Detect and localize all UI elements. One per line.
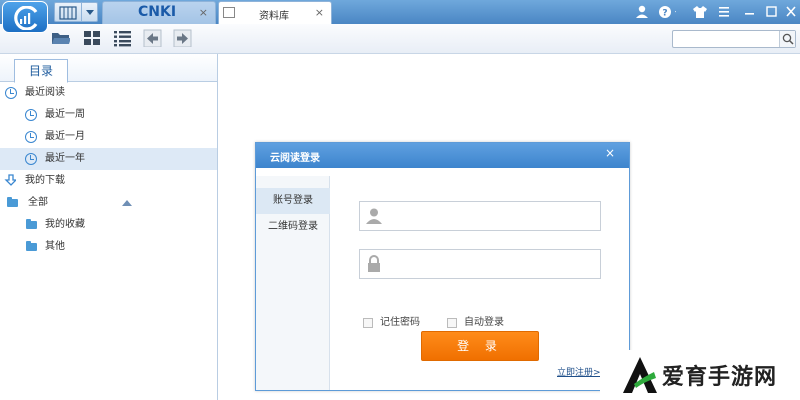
download-icon [4,174,16,186]
open-folder-icon[interactable] [50,29,70,47]
checkbox-box[interactable] [363,318,373,328]
search-input[interactable] [675,32,775,46]
clock-icon [25,131,37,143]
search-button[interactable] [779,31,795,47]
sidebar-item-recent-reading[interactable]: 最近阅读 [0,82,217,104]
clock-icon [25,153,37,165]
skin-icon[interactable] [690,3,710,21]
dialog-title-bar: 云阅读登录 × [256,143,629,168]
dialog-close-icon[interactable]: × [605,146,615,160]
dialog-title: 云阅读登录 [270,153,320,164]
watermark: 爱育手游网 [600,350,800,400]
book-icon [223,7,235,18]
register-link[interactable]: 立即注册> [557,365,601,378]
grid-view-icon[interactable] [82,29,102,47]
sidebar-item-other[interactable]: 其他 [0,236,217,258]
login-dialog: 云阅读登录 × 账号登录 二维码登录 记住密码 自动登录 登 录 立即注册> [255,142,630,391]
view-switch-divider [81,3,82,21]
search-icon [782,33,794,45]
remember-password-label: 记住密码 [380,317,420,328]
username-input[interactable] [390,206,595,226]
search-box[interactable] [672,30,796,48]
auto-login-checkbox[interactable]: 自动登录 [447,316,517,330]
sidebar-item-label: 我的收藏 [45,219,85,230]
sidebar-item-label: 最近一周 [45,109,85,120]
auto-login-label: 自动登录 [464,317,504,328]
menu-icon[interactable] [714,3,734,21]
password-field[interactable] [359,249,601,279]
checkbox-box[interactable] [447,318,457,328]
minimize-icon[interactable] [740,3,760,21]
cnki-logo: CNKI [138,4,177,20]
tab-close-icon[interactable]: × [199,6,208,19]
view-switch-button[interactable] [54,2,98,22]
folder-icon [26,219,37,229]
tab-close-icon[interactable]: × [315,6,324,19]
tab-catalog[interactable]: 目录 [14,59,68,83]
sidebar-item-label: 其他 [45,241,65,252]
sidebar-item-recent-month[interactable]: 最近一月 [0,126,217,148]
sidebar-item-recent-week[interactable]: 最近一周 [0,104,217,126]
sidebar-item-all[interactable]: 全部 [0,192,217,214]
forward-icon[interactable] [172,29,192,47]
back-icon[interactable] [142,29,162,47]
folder-icon [7,197,18,207]
tab-library-label: 资料库 [259,11,289,22]
help-icon[interactable]: ? [656,3,676,21]
maximize-icon[interactable] [762,3,782,21]
tab-account-login[interactable]: 账号登录 [256,188,330,214]
list-view-icon[interactable] [112,29,132,47]
lock-icon [368,255,380,272]
sidebar-item-label: 最近一年 [45,153,85,164]
dialog-tabs: 账号登录 二维码登录 [256,176,330,390]
svg-text:?: ? [662,9,667,19]
app-logo-icon [14,6,38,30]
sidebar-item-label: 我的下载 [25,175,65,186]
watermark-text: 爱育手游网 [662,365,778,390]
sidebar-item-favorites[interactable]: 我的收藏 [0,214,217,236]
sidebar: 目录 最近阅读 最近一周 最近一月 最近一年 我的下载 全部 我的收藏 其他 [0,54,218,400]
sidebar-item-label: 全部 [28,197,48,208]
close-icon[interactable] [782,3,800,21]
user-icon[interactable] [632,3,652,21]
password-input[interactable] [390,254,595,274]
chevron-down-icon[interactable] [86,10,94,15]
sidebar-item-label: 最近阅读 [25,87,65,98]
sidebar-item-label: 最近一月 [45,131,85,142]
collapse-arrow-icon[interactable] [122,200,132,206]
toolbar [0,24,800,54]
sidebar-header: 目录 [0,54,217,83]
login-button[interactable]: 登 录 [421,331,539,361]
sidebar-item-recent-year[interactable]: 最近一年 [0,148,217,170]
book-icon [59,6,77,20]
watermark-logo-icon [623,357,657,393]
dialog-body: 账号登录 二维码登录 记住密码 自动登录 登 录 立即注册> [256,168,629,390]
clock-icon [25,109,37,121]
tab-qrcode-login[interactable]: 二维码登录 [256,214,330,240]
tab-cnki[interactable]: CNKI × [102,1,216,24]
remember-password-checkbox[interactable]: 记住密码 [363,316,433,330]
title-bar: CNKI × 资料库 × ? [0,0,800,24]
username-field[interactable] [359,201,601,231]
folder-icon [26,241,37,251]
clock-icon [5,87,17,99]
user-icon [366,208,382,224]
sidebar-item-my-downloads[interactable]: 我的下载 [0,170,217,192]
tab-library[interactable]: 资料库 × [218,1,332,24]
app-logo [2,1,48,33]
